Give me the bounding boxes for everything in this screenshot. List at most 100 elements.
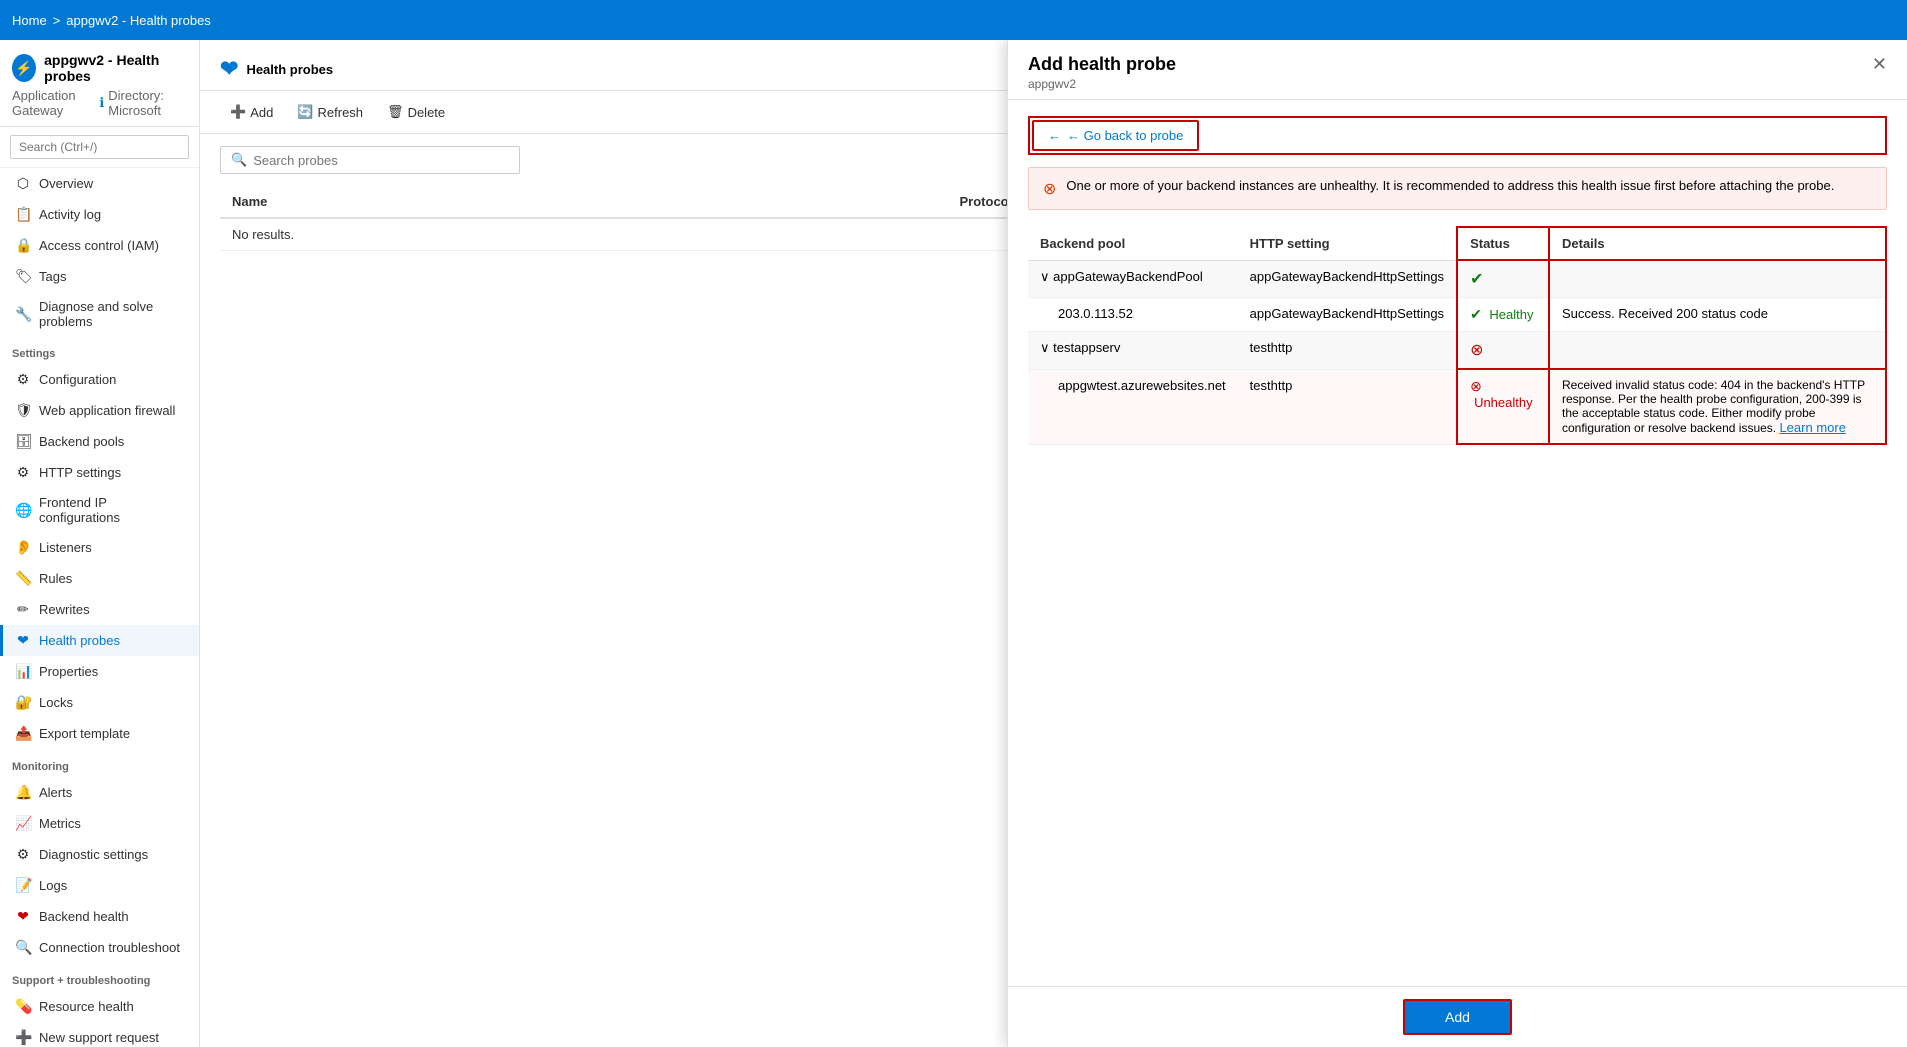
add-health-probe-panel: Add health probe appgwv2 ✕ ← ← Go back t… — [1007, 40, 1907, 1047]
learn-more-link[interactable]: Learn more — [1779, 420, 1845, 435]
status-healthy-label: Healthy — [1489, 307, 1533, 322]
sidebar-item-backend-health[interactable]: ❤ Backend health — [0, 901, 199, 932]
sidebar-item-waf[interactable]: 🛡 Web application firewall — [0, 395, 199, 426]
rules-icon: 📏 — [15, 570, 31, 587]
search-icon: 🔍 — [231, 152, 247, 168]
panel-footer: Add — [1008, 986, 1907, 1047]
sidebar-item-backend-pools[interactable]: 🗄 Backend pools — [0, 426, 199, 457]
tags-icon: 🏷 — [15, 268, 31, 285]
cell-http: appGatewayBackendHttpSettings — [1238, 298, 1457, 332]
go-back-to-probe-button[interactable]: ← ← Go back to probe — [1032, 120, 1199, 151]
sidebar-item-locks[interactable]: 🔐 Locks — [0, 687, 199, 718]
col-details: Details — [1549, 227, 1886, 260]
warning-banner: ⊗ One or more of your backend instances … — [1028, 167, 1887, 210]
sidebar-item-metrics[interactable]: 📈 Metrics — [0, 808, 199, 839]
cell-details — [1549, 332, 1886, 370]
sidebar-search-input[interactable] — [10, 135, 189, 159]
health-probes-icon: ❤ — [15, 632, 31, 649]
status-red-icon: ⊗ — [1470, 378, 1482, 394]
sidebar-item[interactable]: ⬡ Overview — [0, 168, 199, 199]
sidebar-item-alerts[interactable]: 🔔 Alerts — [0, 777, 199, 808]
directory-label: Directory: Microsoft — [108, 88, 187, 118]
sidebar-item-listeners[interactable]: 👂 Listeners — [0, 532, 199, 563]
sidebar-item-label: Locks — [39, 695, 73, 710]
search-bar-container: 🔍 — [220, 146, 520, 174]
panel-close-button[interactable]: ✕ — [1872, 54, 1887, 75]
panel-add-button[interactable]: Add — [1403, 999, 1512, 1035]
breadcrumb: Home > appgwv2 - Health probes — [12, 13, 211, 28]
table-row: ∨ testappserv testhttp ⊗ — [1028, 332, 1886, 370]
cell-pool: 203.0.113.52 — [1028, 298, 1238, 332]
sidebar-item[interactable]: 🏷 Tags — [0, 261, 199, 292]
metrics-icon: 📈 — [15, 815, 31, 832]
table-row: 203.0.113.52 appGatewayBackendHttpSettin… — [1028, 298, 1886, 332]
config-icon: ⚙ — [15, 371, 31, 388]
sidebar-item-label: Rewrites — [39, 602, 90, 617]
sidebar-nav: ⬡ Overview 📋 Activity log 🔒 Access contr… — [0, 168, 199, 1047]
sidebar-item-label: Logs — [39, 878, 67, 893]
sidebar-item-properties[interactable]: 📊 Properties — [0, 656, 199, 687]
sidebar-item-label: Access control (IAM) — [39, 238, 159, 253]
cell-pool: appgwtest.azurewebsites.net — [1028, 369, 1238, 444]
cell-details: Received invalid status code: 404 in the… — [1549, 369, 1886, 444]
breadcrumb-home[interactable]: Home — [12, 13, 47, 28]
panel-title: Add health probe — [1028, 54, 1176, 75]
col-http-setting: HTTP setting — [1238, 227, 1457, 260]
delete-button[interactable]: 🗑 Delete — [377, 99, 455, 125]
add-button[interactable]: ➕ Add — [220, 99, 283, 125]
support-icon: ➕ — [15, 1029, 31, 1046]
top-bar: Home > appgwv2 - Health probes — [0, 0, 1907, 40]
export-icon: 📤 — [15, 725, 31, 742]
sidebar-item-support[interactable]: ➕ New support request — [0, 1022, 199, 1047]
sidebar-item-rewrites[interactable]: ✏ Rewrites — [0, 594, 199, 625]
table-row: ∨ appGatewayBackendPool appGatewayBacken… — [1028, 260, 1886, 298]
sidebar-item-health-probes[interactable]: ❤ Health probes — [0, 625, 199, 656]
sidebar-item-label: Configuration — [39, 372, 116, 387]
diagnose-icon: 🔧 — [15, 306, 31, 323]
sidebar-item[interactable]: 🔧 Diagnose and solve problems — [0, 292, 199, 336]
sidebar-item-http-settings[interactable]: ⚙ HTTP settings — [0, 457, 199, 488]
panel-body: ← ← Go back to probe ⊗ One or more of yo… — [1008, 100, 1907, 986]
app-icon: ⚡ — [12, 54, 36, 82]
sidebar-item-label: Export template — [39, 726, 130, 741]
resource-health-icon: 💊 — [15, 998, 31, 1015]
sidebar-item-diagnostic[interactable]: ⚙ Diagnostic settings — [0, 839, 199, 870]
refresh-button[interactable]: 🔄 Refresh — [287, 99, 373, 125]
refresh-icon: 🔄 — [297, 104, 313, 120]
sidebar-item-label: Alerts — [39, 785, 72, 800]
waf-icon: 🛡 — [15, 402, 31, 419]
sidebar-item-resource-health[interactable]: 💊 Resource health — [0, 991, 199, 1022]
sidebar-header: ⚡ appgwv2 - Health probes Application Ga… — [0, 40, 199, 127]
sidebar-item-export[interactable]: 📤 Export template — [0, 718, 199, 749]
cell-http: testhttp — [1238, 332, 1457, 370]
sidebar-item-label: New support request — [39, 1030, 159, 1045]
sidebar-item-label: Metrics — [39, 816, 81, 831]
sidebar-item-label: Health probes — [39, 633, 120, 648]
sidebar-item-connection-troubleshoot[interactable]: 🔍 Connection troubleshoot — [0, 932, 199, 963]
col-status: Status — [1457, 227, 1549, 260]
backend-health-icon: ❤ — [15, 908, 31, 925]
iam-icon: 🔒 — [15, 237, 31, 254]
sidebar-item-label: Listeners — [39, 540, 92, 555]
sidebar-item-rules[interactable]: 📏 Rules — [0, 563, 199, 594]
cell-details — [1549, 260, 1886, 298]
health-table: Backend pool HTTP setting Status Details… — [1028, 226, 1887, 445]
sidebar-item-logs[interactable]: 📝 Logs — [0, 870, 199, 901]
activity-log-icon: 📋 — [15, 206, 31, 223]
cell-http: testhttp — [1238, 369, 1457, 444]
cell-status: ⊗ — [1457, 332, 1549, 370]
sidebar-search-container — [0, 127, 199, 168]
connection-icon: 🔍 — [15, 939, 31, 956]
sidebar-item-frontend-ip[interactable]: 🌐 Frontend IP configurations — [0, 488, 199, 532]
panel-subtitle: appgwv2 — [1028, 77, 1176, 91]
http-settings-icon: ⚙ — [15, 464, 31, 481]
search-probes-input[interactable] — [253, 153, 509, 168]
sidebar-item-label: Connection troubleshoot — [39, 940, 180, 955]
sidebar-item-label: Diagnostic settings — [39, 847, 148, 862]
col-backend-pool: Backend pool — [1028, 227, 1238, 260]
sidebar-item[interactable]: 🔒 Access control (IAM) — [0, 230, 199, 261]
sidebar-item[interactable]: 📋 Activity log — [0, 199, 199, 230]
sidebar-item-configuration[interactable]: ⚙ Configuration — [0, 364, 199, 395]
sidebar-item-label: Backend health — [39, 909, 129, 924]
properties-icon: 📊 — [15, 663, 31, 680]
